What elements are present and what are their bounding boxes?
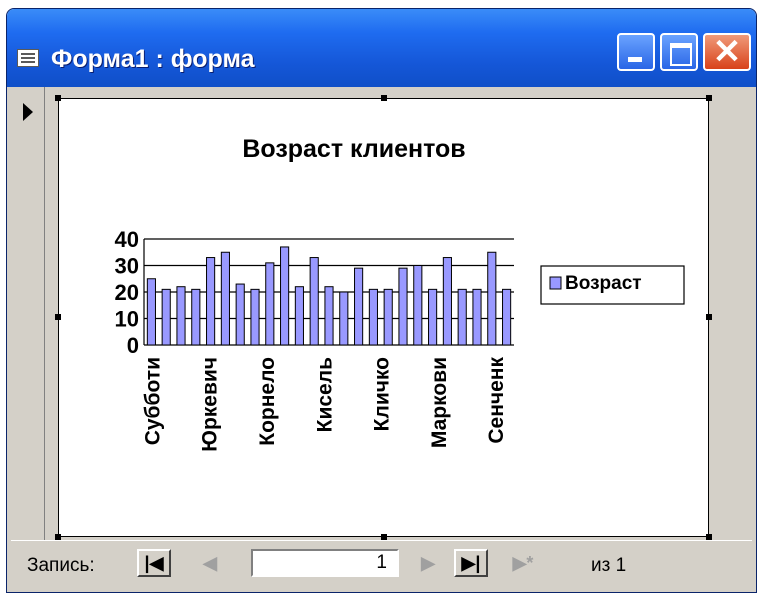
bar bbox=[309, 257, 319, 346]
bar bbox=[354, 267, 364, 346]
x-tick-label: Субботи bbox=[141, 357, 164, 445]
first-record-button[interactable]: |◀ bbox=[137, 549, 171, 577]
bar bbox=[502, 288, 512, 346]
maximize-button[interactable] bbox=[660, 33, 698, 71]
chart-y-axis: 010203040 bbox=[115, 227, 145, 358]
chart-legend: Возраст bbox=[540, 265, 685, 305]
x-tick-label: Маркови bbox=[428, 357, 451, 448]
bar bbox=[413, 265, 423, 346]
minimize-button[interactable] bbox=[617, 33, 655, 71]
chart-object-frame[interactable]: Возраст клиентов 0 10 20 30 40 Субботи Юркеви… bbox=[55, 95, 712, 540]
next-record-button[interactable]: ▶ bbox=[411, 549, 445, 577]
chart-title: Возраст клиентов bbox=[242, 135, 465, 163]
resize-handle-top-right[interactable] bbox=[706, 95, 712, 101]
bar bbox=[176, 286, 186, 346]
form-icon[interactable] bbox=[17, 49, 39, 67]
record-navigation-bar: Запись: |◀ ◀ 1 ▶ ▶| ▶* из 1 bbox=[11, 540, 752, 588]
x-tick-label: Сенченк bbox=[485, 357, 508, 444]
y-tick-label: 40 bbox=[115, 227, 139, 252]
legend-label: Возраст bbox=[565, 273, 642, 294]
window-title: Форма1 : форма bbox=[51, 45, 255, 73]
record-count-label: из 1 bbox=[591, 555, 627, 576]
bar bbox=[250, 288, 260, 346]
first-record-icon: |◀ bbox=[144, 553, 164, 573]
new-record-icon: ▶* bbox=[512, 553, 534, 573]
chart: Возраст клиентов 010203040 Субботи Юркеви… bbox=[115, 135, 685, 452]
new-record-button[interactable]: ▶* bbox=[506, 549, 540, 577]
bar bbox=[191, 288, 201, 346]
x-tick-label: Кличко bbox=[371, 357, 394, 431]
form-window: Форма1 : форма ✕ Возраст клиентов 0 10 20 3… bbox=[6, 8, 757, 593]
record-label: Запись: bbox=[27, 555, 95, 576]
bar bbox=[235, 283, 245, 346]
x-tick-label: Юркевич bbox=[199, 357, 222, 452]
record-selector[interactable] bbox=[11, 87, 45, 542]
legend-swatch bbox=[549, 276, 562, 290]
current-record-arrow-icon bbox=[23, 103, 33, 121]
bar bbox=[368, 288, 378, 346]
chart-x-axis: Субботи Юркевич Корнело Кисель Кличко Маркови… bbox=[141, 357, 508, 452]
bar bbox=[324, 286, 334, 346]
bar bbox=[398, 267, 408, 346]
next-record-icon: ▶ bbox=[421, 553, 435, 573]
x-tick-label: Кисель bbox=[313, 357, 336, 432]
bar bbox=[146, 278, 156, 346]
bar bbox=[442, 257, 452, 346]
last-record-button[interactable]: ▶| bbox=[454, 549, 488, 577]
chart-bars bbox=[146, 246, 512, 346]
close-icon: ✕ bbox=[712, 33, 742, 71]
bar bbox=[383, 288, 393, 346]
resize-handle-middle-left[interactable] bbox=[55, 314, 61, 320]
bar bbox=[265, 262, 275, 346]
minimize-icon bbox=[628, 57, 642, 62]
resize-handle-top-center[interactable] bbox=[381, 95, 387, 101]
bar bbox=[206, 257, 216, 346]
record-number-input[interactable]: 1 bbox=[251, 549, 399, 577]
bar bbox=[457, 288, 467, 346]
bar bbox=[472, 288, 482, 346]
title-bar[interactable]: Форма1 : форма ✕ bbox=[7, 9, 756, 87]
form-client-area: Возраст клиентов 0 10 20 30 40 Субботи Юркеви… bbox=[11, 87, 752, 592]
bar bbox=[294, 286, 304, 346]
bar bbox=[161, 288, 171, 346]
y-tick-label: 30 bbox=[115, 254, 139, 279]
bar bbox=[220, 251, 230, 346]
last-record-icon: ▶| bbox=[461, 553, 481, 573]
bar bbox=[487, 251, 497, 346]
y-tick-label: 20 bbox=[115, 280, 139, 305]
bar bbox=[280, 246, 290, 346]
previous-record-button[interactable]: ◀ bbox=[193, 549, 227, 577]
y-tick-label: 10 bbox=[115, 307, 139, 332]
bar bbox=[339, 291, 349, 346]
resize-handle-middle-right[interactable] bbox=[706, 314, 712, 320]
resize-handle-top-left[interactable] bbox=[55, 95, 61, 101]
x-tick-label: Корнело bbox=[256, 357, 279, 446]
close-button[interactable]: ✕ bbox=[703, 33, 751, 71]
y-tick-label: 0 bbox=[127, 333, 139, 358]
maximize-icon bbox=[670, 43, 692, 66]
bar bbox=[428, 288, 438, 346]
previous-record-icon: ◀ bbox=[203, 553, 217, 573]
